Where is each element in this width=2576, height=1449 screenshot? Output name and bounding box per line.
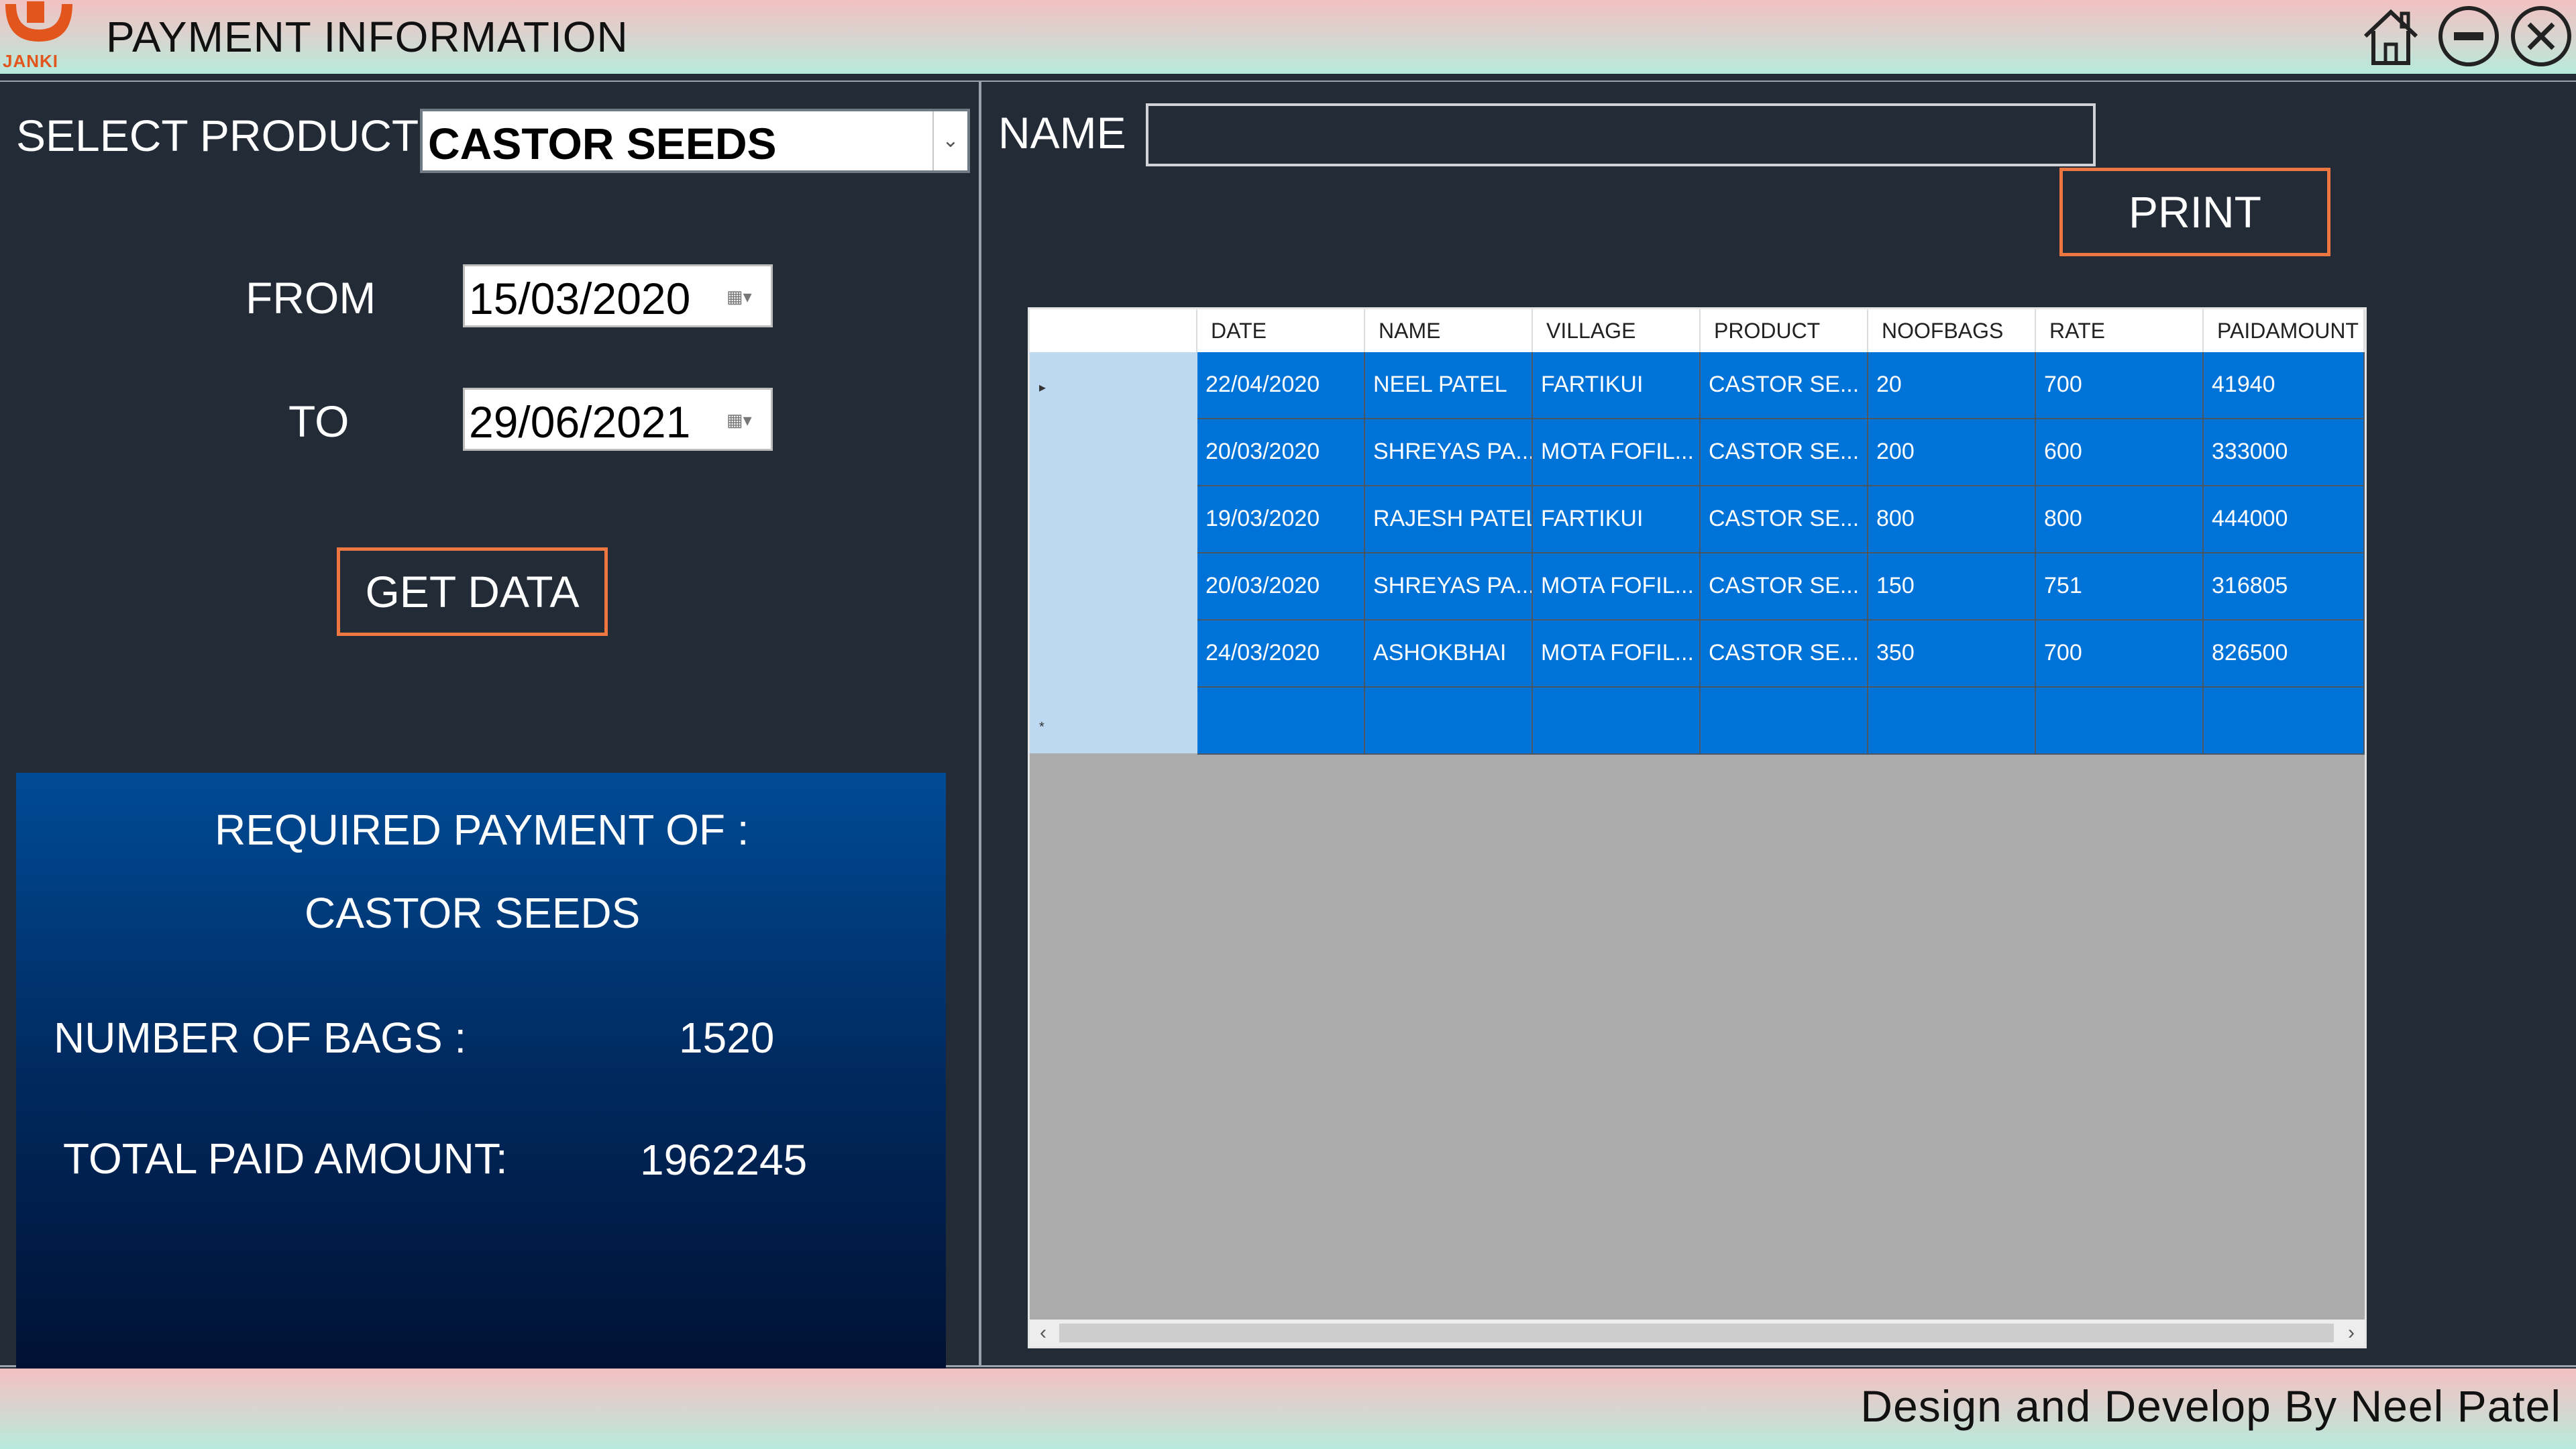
cell-product[interactable]: CASTOR SE... <box>1701 352 1868 419</box>
empty-cell[interactable] <box>1197 688 1365 755</box>
to-date-picker[interactable]: 29/06/2021 ▦▾ <box>463 388 773 451</box>
product-dropdown-value: CASTOR SEEDS <box>428 119 777 168</box>
table-row[interactable]: 20/03/2020 SHREYAS PA... MOTA FOFIL... C… <box>1197 419 2365 486</box>
window-title: PAYMENT INFORMATION <box>106 13 629 61</box>
empty-cell[interactable] <box>2036 688 2204 755</box>
from-label: FROM <box>246 273 376 323</box>
cell-rate[interactable]: 700 <box>2036 352 2204 419</box>
cell-village[interactable]: MOTA FOFIL... <box>1533 553 1701 621</box>
cell-village[interactable]: MOTA FOFIL... <box>1533 419 1701 486</box>
cell-noofbags[interactable]: 150 <box>1868 553 2036 621</box>
empty-cell[interactable] <box>1533 688 1701 755</box>
get-data-button[interactable]: GET DATA <box>337 547 608 636</box>
bags-label: NUMBER OF BAGS : <box>54 1014 467 1062</box>
minimize-icon[interactable] <box>2436 4 2501 68</box>
title-bar: JANKI PAYMENT INFORMATION <box>0 0 2576 74</box>
chevron-down-icon[interactable]: ⌄ <box>932 111 967 170</box>
cell-date[interactable]: 19/03/2020 <box>1197 486 1365 553</box>
new-row-asterisk-icon: * <box>1039 720 1044 735</box>
cell-date[interactable]: 20/03/2020 <box>1197 553 1365 621</box>
select-product-label: SELECT PRODUCT <box>16 111 419 160</box>
row-header-column[interactable]: ▸ * <box>1030 352 1197 753</box>
cell-noofbags[interactable]: 200 <box>1868 419 2036 486</box>
name-label: NAME <box>998 108 1126 158</box>
grid-corner-cell <box>1030 309 1197 352</box>
total-paid-value: 1962245 <box>640 1136 808 1184</box>
home-icon[interactable] <box>2359 4 2423 68</box>
cell-product[interactable]: CASTOR SE... <box>1701 419 1868 486</box>
column-header[interactable]: NOOFBAGS <box>1868 309 2036 352</box>
cell-noofbags[interactable]: 350 <box>1868 621 2036 688</box>
logo-text: JANKI <box>3 51 59 71</box>
cell-name[interactable]: NEEL PATEL <box>1365 352 1533 419</box>
summary-product: CASTOR SEEDS <box>305 889 641 937</box>
janki-logo: JANKI <box>0 0 79 71</box>
column-header[interactable]: VILLAGE <box>1533 309 1701 352</box>
payment-summary-panel: REQUIRED PAYMENT OF : CASTOR SEEDS NUMBE… <box>16 773 946 1421</box>
bags-value: 1520 <box>679 1014 775 1062</box>
cell-date[interactable]: 22/04/2020 <box>1197 352 1365 419</box>
column-header[interactable]: PAIDAMOUNT <box>2204 309 2365 352</box>
cell-product[interactable]: CASTOR SE... <box>1701 486 1868 553</box>
cell-paidamount[interactable]: 316805 <box>2204 553 2365 621</box>
table-row[interactable]: 24/03/2020 ASHOKBHAI MOTA FOFIL... CASTO… <box>1197 621 2365 688</box>
cell-name[interactable]: SHREYAS PA... <box>1365 553 1533 621</box>
table-row[interactable]: 22/04/2020 NEEL PATEL FARTIKUI CASTOR SE… <box>1197 352 2365 419</box>
scroll-left-icon[interactable]: ‹ <box>1030 1320 1057 1346</box>
cell-paidamount[interactable]: 41940 <box>2204 352 2365 419</box>
calendar-icon[interactable]: ▦▾ <box>727 286 764 309</box>
table-row[interactable]: 20/03/2020 SHREYAS PA... MOTA FOFIL... C… <box>1197 553 2365 621</box>
cell-paidamount[interactable]: 444000 <box>2204 486 2365 553</box>
cell-name[interactable]: RAJESH PATEL <box>1365 486 1533 553</box>
current-row-arrow-icon: ▸ <box>1039 380 1046 395</box>
cell-rate[interactable]: 600 <box>2036 419 2204 486</box>
from-date-value: 15/03/2020 <box>469 274 691 323</box>
column-header[interactable]: DATE <box>1197 309 1365 352</box>
from-date-picker[interactable]: 15/03/2020 ▦▾ <box>463 264 773 327</box>
product-dropdown[interactable]: CASTOR SEEDS ⌄ <box>420 109 970 173</box>
empty-cell[interactable] <box>1365 688 1533 755</box>
to-label: TO <box>288 396 350 446</box>
scroll-right-icon[interactable]: › <box>2338 1320 2365 1346</box>
cell-paidamount[interactable]: 826500 <box>2204 621 2365 688</box>
close-icon[interactable] <box>2509 4 2573 68</box>
column-header[interactable]: PRODUCT <box>1701 309 1868 352</box>
cell-noofbags[interactable]: 20 <box>1868 352 2036 419</box>
cell-village[interactable]: FARTIKUI <box>1533 352 1701 419</box>
cell-noofbags[interactable]: 800 <box>1868 486 2036 553</box>
print-button[interactable]: PRINT <box>2059 168 2330 256</box>
payment-grid[interactable]: DATE NAME VILLAGE PRODUCT NOOFBAGS RATE … <box>1028 307 2367 1348</box>
new-row[interactable] <box>1197 688 2365 755</box>
cell-product[interactable]: CASTOR SE... <box>1701 553 1868 621</box>
footer-bar: Design and Develop By Neel Patel <box>0 1368 2576 1449</box>
scrollbar-thumb[interactable] <box>1059 1324 2334 1342</box>
name-input[interactable] <box>1146 103 2096 166</box>
cell-name[interactable]: SHREYAS PA... <box>1365 419 1533 486</box>
calendar-icon[interactable]: ▦▾ <box>727 410 764 433</box>
cell-rate[interactable]: 751 <box>2036 553 2204 621</box>
empty-cell[interactable] <box>1701 688 1868 755</box>
empty-cell[interactable] <box>1868 688 2036 755</box>
cell-village[interactable]: MOTA FOFIL... <box>1533 621 1701 688</box>
filter-panel: SELECT PRODUCT CASTOR SEEDS ⌄ FROM 15/03… <box>0 80 981 1421</box>
column-header[interactable]: NAME <box>1365 309 1533 352</box>
column-header[interactable]: RATE <box>2036 309 2204 352</box>
empty-cell[interactable] <box>2204 688 2365 755</box>
cell-rate[interactable]: 700 <box>2036 621 2204 688</box>
to-date-value: 29/06/2021 <box>469 397 691 447</box>
total-paid-label: TOTAL PAID AMOUNT: <box>63 1134 508 1183</box>
table-row[interactable]: 19/03/2020 RAJESH PATEL FARTIKUI CASTOR … <box>1197 486 2365 553</box>
cell-date[interactable]: 24/03/2020 <box>1197 621 1365 688</box>
footer-credit: Design and Develop By Neel Patel <box>1860 1381 2561 1431</box>
cell-date[interactable]: 20/03/2020 <box>1197 419 1365 486</box>
summary-heading: REQUIRED PAYMENT OF : <box>215 806 749 854</box>
cell-paidamount[interactable]: 333000 <box>2204 419 2365 486</box>
grid-header: DATE NAME VILLAGE PRODUCT NOOFBAGS RATE … <box>1030 309 2365 352</box>
cell-product[interactable]: CASTOR SE... <box>1701 621 1868 688</box>
horizontal-scrollbar[interactable]: ‹ › <box>1030 1320 2365 1346</box>
cell-name[interactable]: ASHOKBHAI <box>1365 621 1533 688</box>
cell-village[interactable]: FARTIKUI <box>1533 486 1701 553</box>
cell-rate[interactable]: 800 <box>2036 486 2204 553</box>
